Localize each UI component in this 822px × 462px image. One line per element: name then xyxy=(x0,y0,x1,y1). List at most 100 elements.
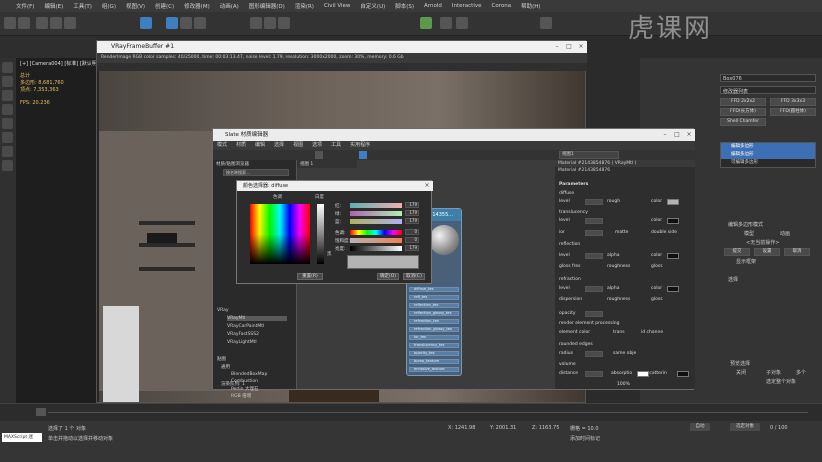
browser-item-fastsss2[interactable]: VRayFastSSS2 xyxy=(227,332,259,337)
cancel-op-button[interactable]: 取消 xyxy=(784,248,810,256)
rotate-icon[interactable] xyxy=(180,17,192,29)
slate-menu-view[interactable]: 视图 xyxy=(293,141,303,150)
undo-icon[interactable] xyxy=(4,17,16,29)
minimize-icon[interactable]: – xyxy=(553,43,561,51)
menu-corona[interactable]: Corona xyxy=(492,3,512,9)
browser-group-maps[interactable]: 贴图 xyxy=(217,356,226,362)
commit-button[interactable]: 提交 xyxy=(724,248,750,256)
trans-check[interactable]: trans xyxy=(613,330,625,335)
menu-graph-editors[interactable]: 图形编辑器(D) xyxy=(249,2,285,10)
saturation-slider[interactable] xyxy=(350,238,402,243)
model-radio[interactable]: 模型 xyxy=(744,230,754,237)
ok-button[interactable]: 确定(O) xyxy=(377,273,399,280)
timeline[interactable] xyxy=(0,403,822,421)
modify-icon[interactable] xyxy=(2,76,13,87)
edit-poly-mode-header[interactable]: 编辑多边形模式 xyxy=(728,221,763,228)
ffd-cylinder-button[interactable]: FFD(圆柱体) xyxy=(770,108,816,116)
create-icon[interactable] xyxy=(2,62,13,73)
maxscript-listener[interactable]: MAXScript 迷 xyxy=(2,433,42,442)
slate-menu-material[interactable]: 材质 xyxy=(236,141,246,150)
diffuse-level-input[interactable] xyxy=(585,199,603,205)
display-icon[interactable] xyxy=(2,118,13,129)
blue-slider[interactable] xyxy=(350,219,402,224)
scale-icon[interactable] xyxy=(194,17,206,29)
slate-menu-utilities[interactable]: 实用程序 xyxy=(350,141,370,150)
slate-maximize-icon[interactable]: □ xyxy=(673,131,681,139)
browser-item-carpaint[interactable]: VRayCarPaintMtl xyxy=(227,324,264,329)
slate-layout-icon[interactable] xyxy=(359,151,367,159)
hue-spectrum[interactable] xyxy=(250,204,310,264)
shell-chamfer-button[interactable]: Shell Chamfer xyxy=(720,118,766,126)
slate-menu-select[interactable]: 选择 xyxy=(274,141,284,150)
menu-edit[interactable]: 编辑(E) xyxy=(44,2,63,10)
slot-opacity[interactable]: opacity_tex xyxy=(409,351,459,356)
browser-group-general[interactable]: 通用 xyxy=(221,364,230,370)
frame-counter[interactable]: 0 / 100 xyxy=(770,425,788,431)
stack-item-editable-poly[interactable]: 可编辑多边形 xyxy=(721,159,815,167)
object-name-field[interactable]: Box076 xyxy=(720,74,816,82)
maximize-icon[interactable]: □ xyxy=(565,43,573,51)
slot-ior-tex[interactable]: ior_tex xyxy=(409,335,459,340)
blue-input[interactable]: 179 xyxy=(405,218,419,224)
slate-close-icon[interactable]: × xyxy=(685,131,693,139)
link-icon[interactable] xyxy=(36,17,48,29)
reset-button[interactable]: 重置(R) xyxy=(297,273,323,280)
red-slider[interactable] xyxy=(350,203,402,208)
menu-rendering[interactable]: 渲染(R) xyxy=(295,2,314,10)
transl-color-swatch[interactable] xyxy=(667,218,679,224)
z-coordinate[interactable]: Z: 1163.75 xyxy=(532,425,559,431)
ffd-box-button[interactable]: FFD(长方体) xyxy=(720,108,766,116)
menu-file[interactable]: 文件(F) xyxy=(16,2,34,10)
y-coordinate[interactable]: Y: 2001.31 xyxy=(490,425,516,431)
scattering-swatch[interactable] xyxy=(677,371,689,377)
browser-item-vraymtl[interactable]: VRayMtl xyxy=(227,316,287,321)
selection-header[interactable]: 选择 xyxy=(728,276,738,283)
render-icon[interactable] xyxy=(456,17,468,29)
red-input[interactable]: 179 xyxy=(405,202,419,208)
refr-color-swatch[interactable] xyxy=(667,286,679,292)
angle-snap-icon[interactable] xyxy=(264,17,276,29)
green-input[interactable]: 179 xyxy=(405,210,419,216)
stack-item-edit-poly-1[interactable]: 编辑多边形 xyxy=(721,143,815,151)
ior-input[interactable] xyxy=(585,230,603,236)
redo-icon[interactable] xyxy=(18,17,30,29)
unlink-icon[interactable] xyxy=(50,17,62,29)
hue-slider[interactable] xyxy=(350,230,402,235)
diffuse-color-swatch[interactable] xyxy=(667,199,679,205)
menu-customize[interactable]: 自定义(U) xyxy=(360,2,385,10)
select-icon[interactable] xyxy=(140,17,152,29)
teapot-icon[interactable] xyxy=(540,17,552,29)
preview-multi-radio[interactable]: 多个 xyxy=(796,369,806,376)
percent-snap-icon[interactable] xyxy=(278,17,290,29)
menu-views[interactable]: 视图(V) xyxy=(126,2,145,10)
layer-icon[interactable] xyxy=(2,160,13,171)
hue-input[interactable]: 0 xyxy=(405,229,419,235)
slot-diffuse-tex[interactable]: diffuse_tex xyxy=(409,287,459,292)
preview-subobj-radio[interactable]: 子对象 xyxy=(766,369,781,376)
stack-item-edit-poly-2[interactable]: 编辑多边形 xyxy=(721,151,815,159)
menu-tools[interactable]: 工具(T) xyxy=(73,2,92,10)
saturation-input[interactable]: 0 xyxy=(405,237,419,243)
value-input[interactable]: 179 xyxy=(405,245,419,251)
slate-menu-tools[interactable]: 工具 xyxy=(331,141,341,150)
slate-minimize-icon[interactable]: – xyxy=(661,131,669,139)
bind-icon[interactable] xyxy=(64,17,76,29)
ffd-3x3x3-button[interactable]: FFD 3x3x3 xyxy=(770,98,816,106)
render-setup-icon[interactable] xyxy=(440,17,452,29)
refr-level-input[interactable] xyxy=(585,286,603,292)
show-cage-check[interactable]: 显示框架 xyxy=(736,258,756,265)
green-slider[interactable] xyxy=(350,211,402,216)
browser-item-lightmtl[interactable]: VRayLightMtl xyxy=(227,340,257,345)
move-icon[interactable] xyxy=(166,17,178,29)
add-time-tag[interactable]: 添加时间标记 xyxy=(570,435,600,442)
refl-level-input[interactable] xyxy=(585,253,603,259)
zoom-level[interactable]: 100% xyxy=(617,382,630,387)
ffd-2x2x2-button[interactable]: FFD 2x2x2 xyxy=(720,98,766,106)
motion-icon[interactable] xyxy=(2,104,13,115)
preview-off-radio[interactable]: 关闭 xyxy=(736,369,746,376)
menu-civil-view[interactable]: Civil View xyxy=(324,3,350,9)
menu-interactive[interactable]: Interactive xyxy=(452,3,482,9)
browser-item-blendedbox[interactable]: BlendedBoxMap xyxy=(231,372,267,377)
hierarchy-icon[interactable] xyxy=(2,90,13,101)
cancel-button[interactable]: 取消(C) xyxy=(403,273,425,280)
